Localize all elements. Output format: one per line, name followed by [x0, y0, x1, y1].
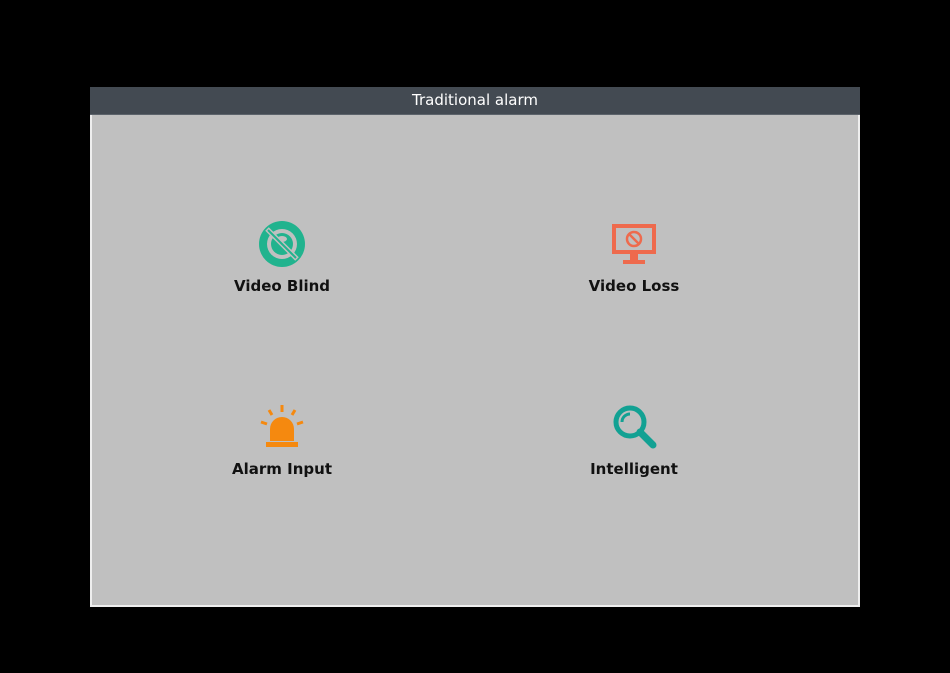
window-title: Traditional alarm — [90, 87, 860, 115]
alarm-input-tile[interactable]: Alarm Input — [182, 403, 382, 503]
video-loss-label: Video Loss — [588, 277, 680, 295]
video-blind-tile[interactable]: Video Blind — [182, 220, 382, 320]
alarm-input-label: Alarm Input — [232, 460, 332, 478]
magnifier-icon — [610, 403, 658, 451]
video-loss-icon — [610, 220, 658, 268]
intelligent-tile[interactable]: Intelligent — [534, 403, 734, 503]
video-loss-tile[interactable]: Video Loss — [534, 220, 734, 320]
traditional-alarm-window: Traditional alarm Video Blind Video Loss… — [90, 87, 860, 607]
video-blind-icon — [258, 220, 306, 268]
video-blind-label: Video Blind — [233, 277, 331, 295]
intelligent-label: Intelligent — [590, 460, 678, 478]
alarm-siren-icon — [258, 403, 306, 451]
